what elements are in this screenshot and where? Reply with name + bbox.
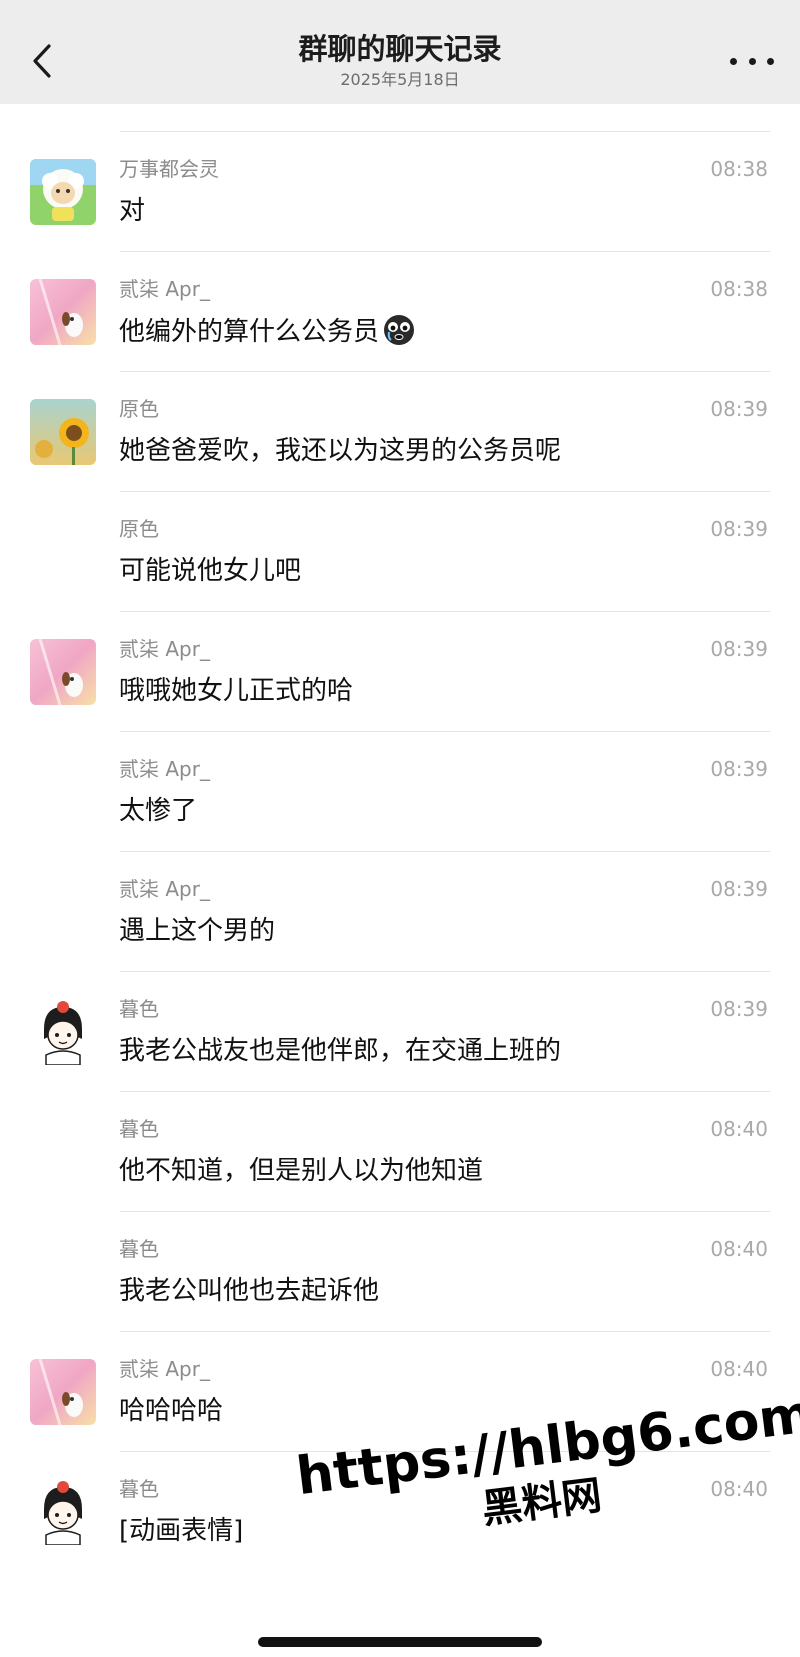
message-item[interactable]: 暮色 08:40 我老公叫他也去起诉他 [0,1212,800,1339]
crying-face-emoji [383,314,415,355]
sender-name: 原色 [119,517,159,541]
sender-name: 暮色 [119,1117,159,1141]
title-block: 群聊的聊天记录 2025年5月18日 [0,30,800,90]
message-time: 08:39 [710,997,768,1021]
message-time: 08:39 [710,877,768,901]
message-item[interactable]: 原色 08:39 她爸爸爱吹，我还以为这男的公务员呢 [0,372,800,499]
sender-name: 贰柒 Apr_ [119,877,210,901]
chat-date: 2025年5月18日 [340,70,460,89]
message-text: 他编外的算什么公务员 [119,314,415,355]
home-indicator[interactable] [258,1637,542,1647]
message-text-content: 他编外的算什么公务员 [119,317,380,347]
message-item[interactable]: 贰柒 Apr_ 08:39 太惨了 [0,732,800,859]
sender-name: 暮色 [119,997,159,1021]
message-item[interactable]: 暮色 08:39 我老公战友也是他伴郎，在交通上班的 [0,972,800,1099]
pink-dog-avatar[interactable] [30,1359,96,1425]
message-text: 她爸爸爱吹，我还以为这男的公务员呢 [119,436,562,466]
message-text: [动画表情] [119,1516,244,1546]
message-text: 我老公叫他也去起诉他 [119,1276,380,1306]
message-time: 08:38 [710,157,768,181]
message-item[interactable]: 原色 08:39 可能说他女儿吧 [0,492,800,619]
message-time: 08:40 [710,1357,768,1381]
message-text: 太惨了 [119,796,198,826]
message-text: 对 [119,196,146,226]
more-button[interactable] [730,46,774,76]
sender-name: 贰柒 Apr_ [119,757,210,781]
cartoon-girl-avatar[interactable] [30,999,96,1065]
more-horizontal-icon [730,57,737,65]
header-bar: 群聊的聊天记录 2025年5月18日 [0,0,800,104]
message-time: 08:40 [710,1237,768,1261]
message-text: 哦哦她女儿正式的哈 [119,676,354,706]
message-text: 我老公战友也是他伴郎，在交通上班的 [119,1036,562,1066]
pink-dog-avatar[interactable] [30,279,96,345]
sheep-avatar[interactable] [30,159,96,225]
message-time: 08:39 [710,637,768,661]
message-time: 08:39 [710,757,768,781]
message-time: 08:39 [710,397,768,421]
sender-name: 暮色 [119,1477,159,1501]
message-time: 08:39 [710,517,768,541]
message-time: 08:40 [710,1117,768,1141]
page-title: 群聊的聊天记录 [298,32,502,66]
message-text: 他不知道，但是别人以为他知道 [119,1156,484,1186]
message-item[interactable]: 贰柒 Apr_ 08:39 哦哦她女儿正式的哈 [0,612,800,739]
message-item[interactable]: 贰柒 Apr_ 08:39 遇上这个男的 [0,852,800,979]
sunflower-avatar[interactable] [30,399,96,465]
sender-name: 原色 [119,397,159,421]
message-text: 哈哈哈哈 [119,1396,224,1426]
sender-name: 暮色 [119,1237,159,1261]
more-horizontal-icon [748,57,756,65]
message-time: 08:38 [710,277,768,301]
more-horizontal-icon [767,57,774,65]
sender-name: 贰柒 Apr_ [119,277,210,301]
cartoon-girl-avatar[interactable] [30,1479,96,1545]
message-item[interactable]: 万事都会灵 08:38 对 [0,132,800,259]
pink-dog-avatar[interactable] [30,639,96,705]
message-text: 可能说他女儿吧 [119,556,302,586]
sender-name: 贰柒 Apr_ [119,1357,210,1381]
message-item[interactable]: 贰柒 Apr_ 08:38 他编外的算什么公务员 [0,252,800,379]
message-item[interactable]: 暮色 08:40 他不知道，但是别人以为他知道 [0,1092,800,1219]
sender-name: 贰柒 Apr_ [119,637,210,661]
sender-name: 万事都会灵 [119,157,219,181]
message-text: 遇上这个男的 [119,916,276,946]
